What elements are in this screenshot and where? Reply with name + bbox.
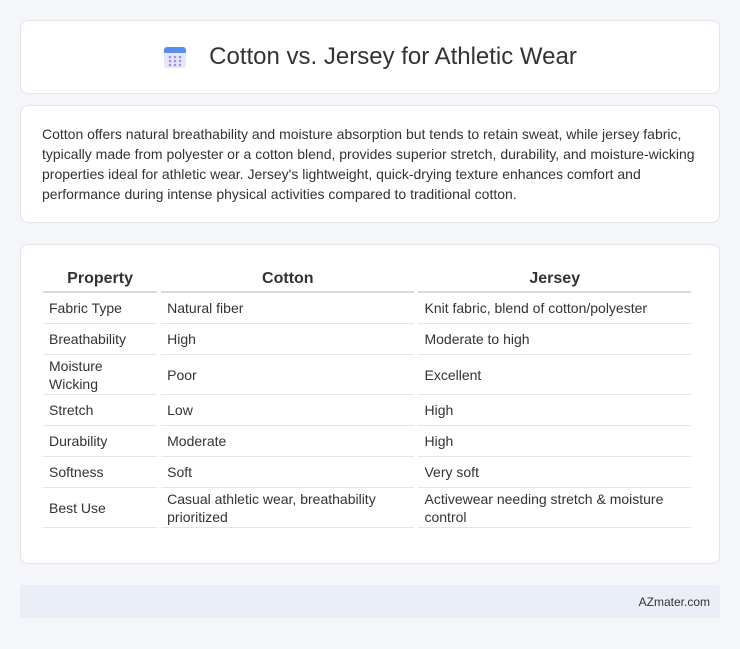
page-title-text: Cotton vs. Jersey for Athletic Wear: [209, 43, 577, 70]
description-text: Cotton offers natural breathability and …: [42, 126, 695, 202]
table-row: Best Use Casual athletic wear, breathabi…: [43, 488, 691, 528]
table-row: Softness Soft Very soft: [43, 457, 691, 488]
table-header-row: Property Cotton Jersey: [43, 263, 691, 293]
cotton-cell: Poor: [161, 355, 415, 395]
calendar-icon: [163, 45, 187, 69]
jersey-cell: Very soft: [418, 457, 691, 488]
property-cell: Best Use: [43, 488, 158, 528]
jersey-cell: High: [418, 426, 691, 457]
page-title: Cotton vs. Jersey for Athletic Wear: [163, 43, 577, 71]
cotton-cell: Natural fiber: [161, 293, 415, 324]
property-cell: Stretch: [43, 395, 158, 426]
comparison-table-card: Property Cotton Jersey Fabric Type Natur…: [20, 244, 720, 564]
jersey-cell: Activewear needing stretch & moisture co…: [418, 488, 691, 528]
property-cell: Softness: [43, 457, 158, 488]
jersey-cell: Knit fabric, blend of cotton/polyester: [418, 293, 691, 324]
property-cell: Moisture Wicking: [43, 355, 158, 395]
comparison-table: Property Cotton Jersey Fabric Type Natur…: [39, 263, 695, 528]
cotton-cell: Casual athletic wear, breathability prio…: [161, 488, 415, 528]
header-property: Property: [43, 263, 158, 293]
cotton-cell: High: [161, 324, 415, 355]
jersey-cell: High: [418, 395, 691, 426]
property-cell: Fabric Type: [43, 293, 158, 324]
jersey-cell: Excellent: [418, 355, 691, 395]
header-jersey: Jersey: [418, 263, 691, 293]
table-row: Fabric Type Natural fiber Knit fabric, b…: [43, 293, 691, 324]
cotton-cell: Low: [161, 395, 415, 426]
table-row: Stretch Low High: [43, 395, 691, 426]
table-row: Moisture Wicking Poor Excellent: [43, 355, 691, 395]
description-card: Cotton offers natural breathability and …: [20, 105, 720, 223]
property-cell: Durability: [43, 426, 158, 457]
cotton-cell: Moderate: [161, 426, 415, 457]
header-cotton: Cotton: [161, 263, 415, 293]
table-row: Breathability High Moderate to high: [43, 324, 691, 355]
footer-brand[interactable]: AZmater.com: [639, 595, 710, 609]
footer: AZmater.com: [20, 585, 720, 618]
property-cell: Breathability: [43, 324, 158, 355]
jersey-cell: Moderate to high: [418, 324, 691, 355]
cotton-cell: Soft: [161, 457, 415, 488]
title-card: Cotton vs. Jersey for Athletic Wear: [20, 20, 720, 94]
table-row: Durability Moderate High: [43, 426, 691, 457]
